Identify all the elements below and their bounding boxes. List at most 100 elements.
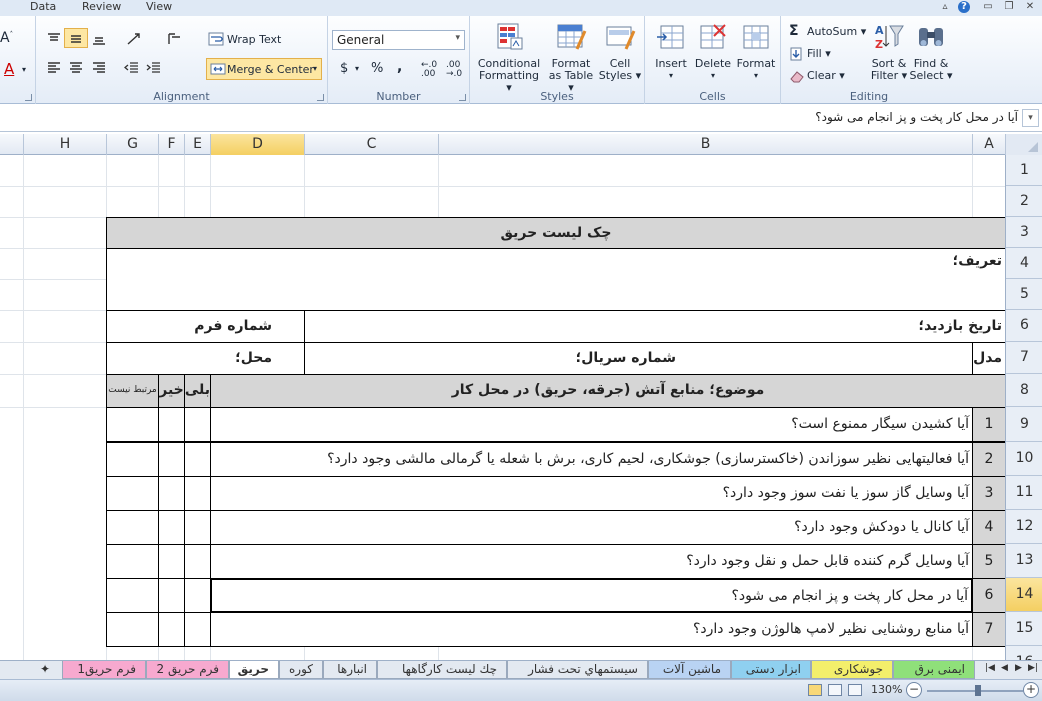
- not-relevant-answer-cell[interactable]: [106, 612, 159, 647]
- row-header[interactable]: 8: [1006, 374, 1042, 407]
- expand-formula-bar-icon[interactable]: ▾: [1022, 109, 1039, 127]
- row-header[interactable]: 9: [1006, 407, 1042, 442]
- yes-answer-cell[interactable]: [184, 442, 211, 477]
- no-answer-cell[interactable]: [158, 476, 185, 511]
- yes-answer-cell[interactable]: [184, 407, 211, 442]
- question-text[interactable]: آیا کانال یا دودکش وجود دارد؟: [210, 510, 973, 545]
- column-header-d[interactable]: D: [210, 134, 304, 155]
- font-color-icon[interactable]: A: [4, 60, 14, 78]
- next-sheet-icon[interactable]: ▶: [1015, 663, 1022, 673]
- yes-answer-cell[interactable]: [184, 476, 211, 511]
- column-header-b[interactable]: B: [438, 134, 972, 155]
- not-relevant-answer-cell[interactable]: [106, 407, 159, 442]
- sheet-tab-machinery[interactable]: ماشین آلات: [648, 661, 731, 679]
- row-header[interactable]: 4: [1006, 248, 1042, 279]
- align-right-icon[interactable]: [91, 61, 107, 75]
- sheet-tab-workshop-checklist[interactable]: چك ليست كارگاهها: [377, 661, 507, 679]
- insert-sheet-icon[interactable]: ✦: [40, 662, 50, 676]
- row-header[interactable]: 5: [1006, 279, 1042, 310]
- no-answer-cell[interactable]: [158, 578, 185, 613]
- tab-view[interactable]: View: [146, 0, 172, 13]
- row-header[interactable]: 1: [1006, 155, 1042, 186]
- sort-filter-button[interactable]: AZ Sort & Filter ▾: [869, 22, 909, 82]
- format-as-table-button[interactable]: Format as Table ▾: [545, 22, 597, 94]
- wrap-text-icon[interactable]: [208, 32, 224, 46]
- row-header[interactable]: 2: [1006, 186, 1042, 217]
- question-number[interactable]: 1: [972, 407, 1005, 442]
- no-answer-cell[interactable]: [158, 612, 185, 647]
- ribbon-collapse-icon[interactable]: ▵: [939, 1, 951, 13]
- decrease-indent-icon[interactable]: [124, 61, 140, 75]
- currency-button[interactable]: $: [340, 61, 348, 76]
- delete-button[interactable]: Delete ▾: [693, 22, 733, 82]
- yes-answer-cell[interactable]: [184, 612, 211, 647]
- sheet-tab-welding[interactable]: جوشکاری: [811, 661, 893, 679]
- not-relevant-answer-cell[interactable]: [106, 476, 159, 511]
- autosum-icon[interactable]: Σ: [789, 23, 799, 39]
- not-relevant-answer-cell[interactable]: [106, 578, 159, 613]
- no-answer-cell[interactable]: [158, 407, 185, 442]
- sheet-tab-electrical-safety[interactable]: ایمنی برق: [893, 661, 975, 679]
- form-title[interactable]: چک لیست حریق: [106, 217, 1005, 249]
- row-header[interactable]: 16: [1006, 646, 1042, 660]
- tab-data[interactable]: Data: [30, 0, 56, 13]
- chevron-down-icon[interactable]: ▾: [22, 65, 26, 74]
- question-number[interactable]: 4: [972, 510, 1005, 545]
- no-answer-cell[interactable]: [158, 442, 185, 477]
- comma-button[interactable]: ,: [397, 59, 402, 75]
- yes-answer-cell[interactable]: [184, 578, 211, 613]
- increase-indent-icon[interactable]: [146, 61, 162, 75]
- select-all-button[interactable]: [1005, 134, 1042, 155]
- row-header[interactable]: 13: [1006, 544, 1042, 578]
- subject-header[interactable]: موضوع؛ منابع آتش (جرقه، حریق) در محل کار: [210, 374, 1005, 408]
- no-header[interactable]: خیر: [158, 374, 185, 408]
- last-sheet-icon[interactable]: ▶|: [1028, 663, 1038, 673]
- sheet-tab-furnace[interactable]: کوره: [279, 661, 323, 679]
- row-header-selected[interactable]: 14: [1006, 578, 1042, 612]
- sheet-tab-fire-form-2[interactable]: فرم حریق 2: [146, 661, 229, 679]
- question-text[interactable]: آیا فعالیتهایی نظیر سوزاندن (خاکسترسازی)…: [210, 442, 973, 477]
- definition-cell[interactable]: تعریف؛: [106, 248, 1005, 311]
- decrease-decimal-icon[interactable]: .00 →.0: [446, 61, 462, 79]
- alignment-launcher-icon[interactable]: [317, 94, 324, 101]
- zoom-slider-thumb[interactable]: [975, 685, 981, 696]
- sheet-tab-pressure-systems[interactable]: سيستمهاي تحت فشار: [507, 661, 648, 679]
- not-relevant-answer-cell[interactable]: [106, 442, 159, 477]
- tab-review[interactable]: Review: [82, 0, 121, 13]
- no-answer-cell[interactable]: [158, 544, 185, 579]
- insert-button[interactable]: Insert ▾: [651, 22, 691, 82]
- sheet-tab-fire-form-1[interactable]: فرم حریق1: [62, 661, 146, 679]
- row-header[interactable]: 3: [1006, 217, 1042, 248]
- not-relevant-answer-cell[interactable]: [106, 544, 159, 579]
- orientation-icon[interactable]: [126, 32, 142, 46]
- column-header-f[interactable]: F: [158, 134, 184, 155]
- formula-content[interactable]: آیا در محل کار پخت و پز انجام می شود؟: [815, 110, 1018, 124]
- zoom-in-icon[interactable]: +: [1023, 682, 1039, 698]
- eraser-icon[interactable]: [789, 69, 805, 83]
- page-break-view-icon[interactable]: [848, 684, 862, 696]
- text-direction-icon[interactable]: [166, 32, 182, 46]
- chevron-down-icon[interactable]: ▾: [313, 64, 317, 73]
- align-middle-icon[interactable]: [68, 32, 84, 46]
- cell-styles-button[interactable]: Cell Styles ▾: [598, 22, 642, 82]
- close-icon[interactable]: ✕: [1024, 1, 1036, 13]
- first-sheet-icon[interactable]: |◀: [985, 663, 995, 673]
- question-number[interactable]: 5: [972, 544, 1005, 579]
- merge-center-button[interactable]: Merge & Center: [227, 63, 314, 76]
- formula-bar[interactable]: آیا در محل کار پخت و پز انجام می شود؟ ▾: [0, 105, 1042, 132]
- question-text[interactable]: آیا در محل کار پخت و پز انجام می شود؟: [210, 578, 973, 613]
- zoom-out-icon[interactable]: −: [906, 682, 922, 698]
- font-launcher-icon[interactable]: [25, 94, 32, 101]
- zoom-level[interactable]: 130%: [871, 683, 902, 696]
- no-answer-cell[interactable]: [158, 510, 185, 545]
- not-relevant-answer-cell[interactable]: [106, 510, 159, 545]
- question-number[interactable]: 3: [972, 476, 1005, 511]
- model-cell[interactable]: مدل؛: [972, 342, 1005, 375]
- sheet-tab-hand-tools[interactable]: ابزار دستی: [731, 661, 811, 679]
- form-number-cell[interactable]: شماره فرم: [106, 310, 305, 343]
- row-header[interactable]: 10: [1006, 442, 1042, 476]
- worksheet-grid[interactable]: چک لیست حریق تعریف؛ تاریخ بازدید؛ شماره …: [0, 155, 1005, 660]
- help-icon[interactable]: ?: [958, 1, 970, 13]
- increase-decimal-icon[interactable]: ←.0.00: [421, 61, 437, 79]
- visit-date-cell[interactable]: تاریخ بازدید؛: [304, 310, 1005, 343]
